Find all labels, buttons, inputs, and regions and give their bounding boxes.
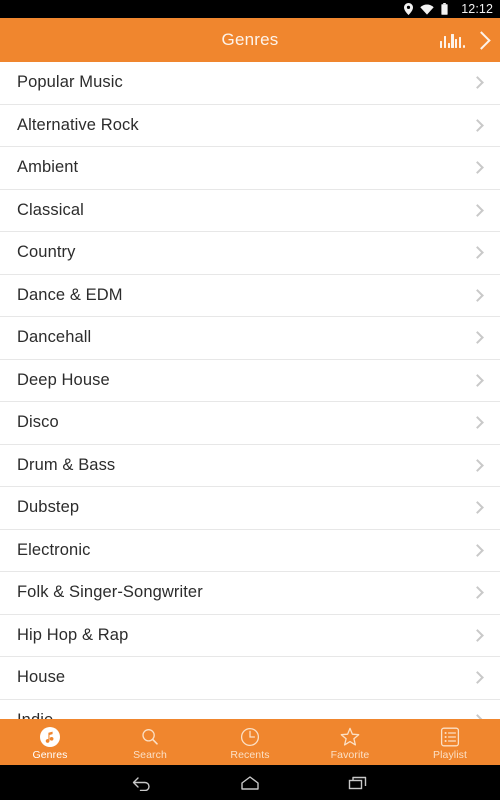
back-button[interactable] [122,765,162,800]
chevron-right-icon [471,161,484,175]
playlist-icon-wrap [439,726,461,748]
chevron-right-icon [471,288,484,302]
genre-row[interactable]: Hip Hop & Rap [0,614,500,657]
genre-row-label: Hip Hop & Rap [17,625,129,644]
status-bar: 12:12 [0,0,500,18]
genre-row-label: Popular Music [17,73,123,92]
tab-label: Favorite [330,749,370,761]
search-icon-wrap [139,726,161,748]
recents-squares-icon [348,776,367,789]
back-arrow-icon [132,776,150,791]
tab-label: Genres [32,749,68,761]
tab-label: Search [133,749,167,761]
home-icon [241,775,259,790]
genre-row[interactable]: Classical [0,189,500,232]
genre-row-label: Indie [17,711,53,719]
tab-favorite[interactable]: Favorite [300,719,400,765]
phone-screen: 12:12 Genres Popular Music Alternative Ro… [0,0,500,800]
star-icon-wrap [339,726,361,748]
tab-genres[interactable]: Genres [0,719,100,765]
tab-label: Playlist [432,749,468,761]
genre-row[interactable]: Drum & Bass [0,444,500,487]
app-bar: Genres [0,18,500,62]
genre-row[interactable]: House [0,657,500,700]
genre-row-label: Dancehall [17,328,92,347]
clock-icon-wrap [239,726,261,748]
recents-button[interactable] [338,765,378,800]
genre-row[interactable]: Alternative Rock [0,104,500,147]
equalizer-icon[interactable] [439,33,465,48]
genre-row[interactable]: Folk & Singer-Songwriter [0,572,500,615]
genre-row[interactable]: Disco [0,402,500,445]
clock-icon [240,727,260,747]
home-button[interactable] [230,765,270,800]
chevron-right-icon [471,458,484,472]
playlist-icon [440,727,460,747]
genre-row[interactable]: Country [0,232,500,275]
chevron-right-icon [471,246,484,260]
genre-row[interactable]: Dubstep [0,487,500,530]
genre-row[interactable]: Dance & EDM [0,274,500,317]
status-icon-group: 12:12 [404,0,493,18]
chevron-right-icon [471,628,484,642]
location-pin-icon [404,3,414,15]
music-note-icon [40,727,60,747]
genre-row-label: Folk & Singer-Songwriter [17,583,203,602]
genre-row[interactable]: Popular Music [0,62,500,105]
chevron-right-icon [471,586,484,600]
battery-icon [441,3,448,15]
genre-row[interactable]: Ambient [0,147,500,190]
tab-label: Recents [230,749,270,761]
wifi-icon [420,3,434,15]
bottom-tab-bar: Genres Search Recents Favorite Playlist [0,719,500,765]
chevron-right-icon[interactable] [472,30,491,50]
chevron-right-icon [471,501,484,515]
chevron-right-icon [471,373,484,387]
genre-row-label: Alternative Rock [17,115,139,134]
chevron-right-icon [471,416,484,430]
status-time: 12:12 [461,2,493,16]
tab-playlist[interactable]: Playlist [400,719,500,765]
chevron-right-icon [471,671,484,685]
genre-row-label: Drum & Bass [17,455,116,474]
genre-row[interactable]: Electronic [0,529,500,572]
page-title: Genres [221,30,279,49]
star-icon [340,727,360,746]
genre-row-label: Disco [17,413,59,432]
chevron-right-icon [471,203,484,217]
app-bar-actions [439,30,500,50]
genre-row[interactable]: Dancehall [0,317,500,360]
search-icon [142,729,158,745]
chevron-right-icon [471,713,484,719]
genre-row-label: Electronic [17,540,91,559]
tab-recents[interactable]: Recents [200,719,300,765]
genre-row[interactable]: Deep House [0,359,500,402]
genre-list[interactable]: Popular Music Alternative Rock Ambient Clas… [0,62,500,719]
genre-row-label: Deep House [17,370,110,389]
genre-row-label: Dubstep [17,498,80,517]
music-note-icon-wrap [39,726,61,748]
genre-row-label: Classical [17,200,84,219]
genre-row-label: Ambient [17,158,79,177]
chevron-right-icon [471,76,484,90]
genre-row-label: Country [17,243,76,262]
genre-row-label: House [17,668,66,687]
tab-search[interactable]: Search [100,719,200,765]
genre-row[interactable]: Indie [0,699,500,719]
chevron-right-icon [471,543,484,557]
chevron-right-icon [471,118,484,132]
android-nav-bar [0,765,500,800]
chevron-right-icon [471,331,484,345]
genre-row-label: Dance & EDM [17,285,123,304]
